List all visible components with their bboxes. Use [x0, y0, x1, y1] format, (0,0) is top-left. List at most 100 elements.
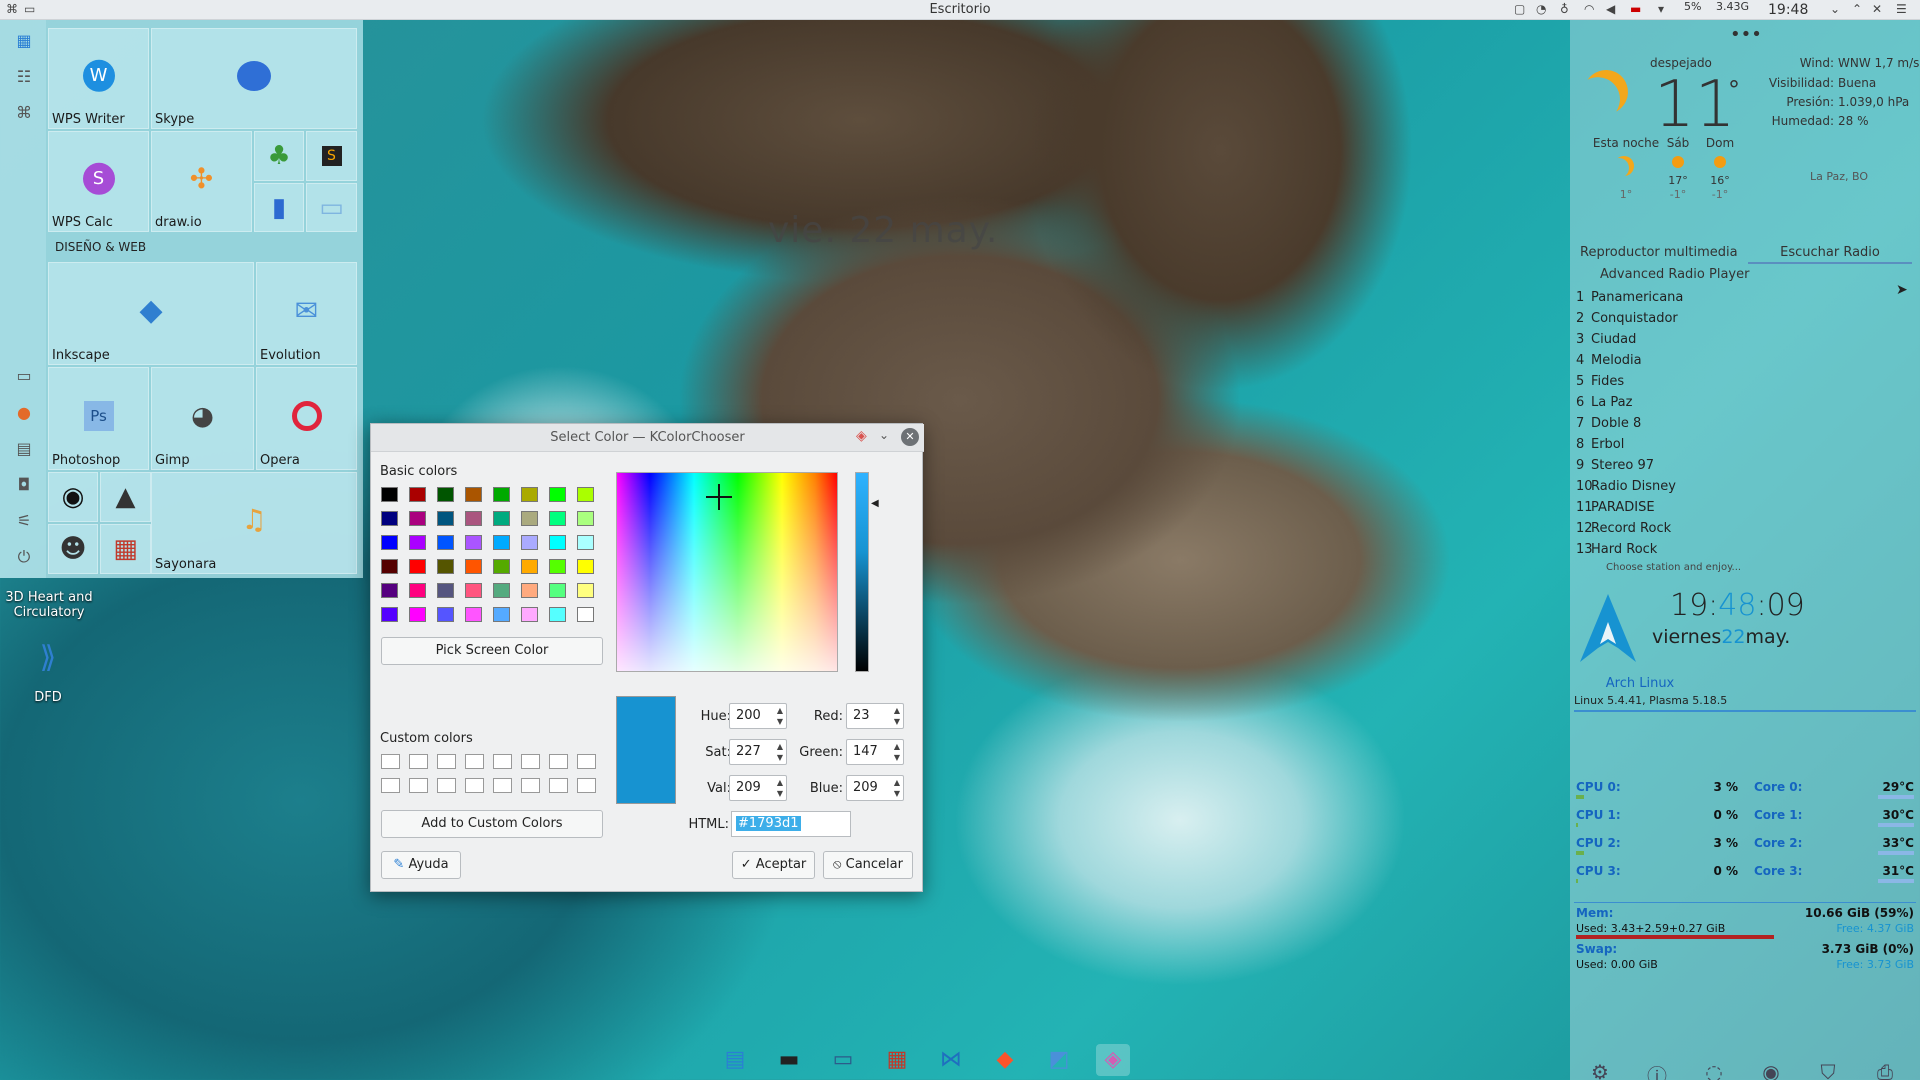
keyboard-layout-icon[interactable]: ▬	[1630, 2, 1641, 16]
basic-color-swatch[interactable]	[381, 487, 398, 502]
taskbar-document-icon[interactable]: ▦	[880, 1044, 914, 1076]
basic-color-swatch[interactable]	[549, 511, 566, 526]
panel-launcher[interactable]: ◌Discos	[1686, 1060, 1742, 1080]
station-item[interactable]: 13Hard Rock	[1576, 542, 1657, 557]
basic-color-swatch[interactable]	[521, 535, 538, 550]
power-icon[interactable]: ⏻	[13, 546, 35, 568]
clock[interactable]: 19:48	[1768, 2, 1808, 18]
basic-color-swatch[interactable]	[493, 607, 510, 622]
categories-icon[interactable]: ⌘	[13, 102, 35, 124]
basic-color-swatch[interactable]	[381, 607, 398, 622]
basic-color-swatch[interactable]	[577, 511, 594, 526]
add-custom-colors-button[interactable]: Add to Custom Colors	[381, 810, 603, 838]
spin-arrows-icon[interactable]: ▲ ▼	[894, 705, 900, 727]
tile-photoshop[interactable]: Ps Photoshop	[48, 367, 149, 470]
basic-color-swatch[interactable]	[409, 583, 426, 598]
basic-color-swatch[interactable]	[493, 535, 510, 550]
notifications-icon[interactable]: ♁	[1560, 2, 1569, 16]
tile-sayonara[interactable]: ♫ Sayonara	[151, 472, 357, 574]
panel-launcher[interactable]: ⛉Configu	[1800, 1060, 1856, 1080]
custom-color-slot[interactable]	[437, 778, 456, 793]
basic-color-swatch[interactable]	[493, 487, 510, 502]
tile-opera[interactable]: Opera	[256, 367, 357, 470]
lock-icon[interactable]: ◘	[13, 474, 35, 496]
tile-small-1[interactable]: ♣	[254, 131, 304, 181]
station-item[interactable]: 12Record Rock	[1576, 521, 1671, 536]
tile-wps-calc[interactable]: S WPS Calc	[48, 131, 149, 232]
firefox-icon[interactable]: ●	[13, 402, 35, 424]
basic-color-swatch[interactable]	[493, 511, 510, 526]
dialog-menu-chevron-icon[interactable]: ⌄	[879, 428, 889, 442]
basic-color-swatch[interactable]	[381, 535, 398, 550]
pick-screen-color-button[interactable]: Pick Screen Color	[381, 637, 603, 665]
hue-saturation-picker[interactable]	[616, 472, 838, 672]
favorites-icon[interactable]: ▦	[13, 30, 35, 52]
basic-color-swatch[interactable]	[521, 607, 538, 622]
custom-color-slot[interactable]	[577, 754, 596, 769]
station-item[interactable]: 11PARADISE	[1576, 500, 1655, 515]
files-icon[interactable]: ▤	[13, 438, 35, 460]
spin-arrows-icon[interactable]: ▲ ▼	[894, 777, 900, 799]
custom-color-slot[interactable]	[521, 778, 540, 793]
basic-color-swatch[interactable]	[381, 511, 398, 526]
basic-color-swatch[interactable]	[521, 559, 538, 574]
custom-color-slot[interactable]	[381, 778, 400, 793]
tile-skype[interactable]: Skype	[151, 28, 357, 129]
custom-color-slot[interactable]	[437, 754, 456, 769]
settings-sliders-icon[interactable]: ⚟	[13, 510, 35, 532]
help-button[interactable]: ✎ Ayuda	[381, 851, 461, 879]
tile-small-8[interactable]: ▦	[100, 524, 151, 574]
custom-color-slot[interactable]	[493, 778, 512, 793]
close-icon[interactable]: ✕	[1872, 2, 1882, 16]
station-item[interactable]: 6 La Paz	[1576, 395, 1632, 410]
taskbar-app-icon[interactable]: ◩	[1042, 1044, 1076, 1076]
accept-button[interactable]: ✓ Aceptar	[732, 851, 815, 879]
basic-color-swatch[interactable]	[465, 607, 482, 622]
station-item[interactable]: 10Radio Disney	[1576, 479, 1676, 494]
red-spinbox[interactable]: 23 ▲ ▼	[846, 703, 904, 729]
more-options-icon[interactable]: •••	[1730, 24, 1762, 45]
station-item[interactable]: 7 Doble 8	[1576, 416, 1641, 431]
dfd-icon[interactable]: ⟫	[28, 640, 68, 676]
basic-color-swatch[interactable]	[409, 559, 426, 574]
basic-color-swatch[interactable]	[493, 559, 510, 574]
tile-small-7[interactable]: ☻	[48, 524, 98, 574]
panel-launcher[interactable]: ⓘCentro	[1629, 1060, 1685, 1080]
spin-arrows-icon[interactable]: ▲ ▼	[894, 741, 900, 763]
basic-color-swatch[interactable]	[577, 535, 594, 550]
tile-drawio[interactable]: ✣ draw.io	[151, 131, 252, 232]
basic-color-swatch[interactable]	[577, 487, 594, 502]
volume-icon[interactable]: ◀	[1606, 2, 1615, 16]
basic-color-swatch[interactable]	[437, 583, 454, 598]
updates-icon[interactable]: ◔	[1536, 2, 1546, 16]
taskbar-notes-icon[interactable]: ▤	[718, 1044, 752, 1076]
station-item[interactable]: 3 Ciudad	[1576, 332, 1636, 347]
hamburger-icon[interactable]: ☰	[1896, 2, 1907, 16]
tile-small-4[interactable]: ▭	[306, 183, 357, 232]
minimize-icon[interactable]: ⌄	[1830, 2, 1840, 16]
blue-spinbox[interactable]: 209 ▲ ▼	[846, 775, 904, 801]
taskbar-brave-icon[interactable]: ◆	[988, 1044, 1022, 1076]
value-slider[interactable]	[855, 472, 869, 672]
val-spinbox[interactable]: 209 ▲ ▼	[729, 775, 787, 801]
tile-gimp[interactable]: ◕ Gimp	[151, 367, 254, 470]
custom-color-slot[interactable]	[409, 754, 428, 769]
station-item[interactable]: 4 Melodia	[1576, 353, 1642, 368]
value-slider-arrow-icon[interactable]: ◀	[871, 498, 879, 509]
station-item[interactable]: 8 Erbol	[1576, 437, 1624, 452]
basic-color-swatch[interactable]	[437, 487, 454, 502]
basic-color-swatch[interactable]	[549, 583, 566, 598]
desktop-icon-dfd[interactable]: DFD	[20, 690, 76, 705]
basic-color-swatch[interactable]	[409, 607, 426, 622]
tile-small-2[interactable]: S	[306, 131, 357, 181]
basic-color-swatch[interactable]	[577, 607, 594, 622]
taskbar-vscode-icon[interactable]: ⋈	[934, 1044, 968, 1076]
green-spinbox[interactable]: 147 ▲ ▼	[846, 739, 904, 765]
tile-evolution[interactable]: ✉ Evolution	[256, 262, 357, 365]
custom-color-slot[interactable]	[465, 754, 484, 769]
tile-small-5[interactable]: ◉	[48, 472, 98, 522]
basic-color-swatch[interactable]	[381, 559, 398, 574]
basic-color-swatch[interactable]	[549, 607, 566, 622]
basic-color-swatch[interactable]	[465, 583, 482, 598]
cancel-button[interactable]: ⦸ Cancelar	[823, 851, 913, 879]
